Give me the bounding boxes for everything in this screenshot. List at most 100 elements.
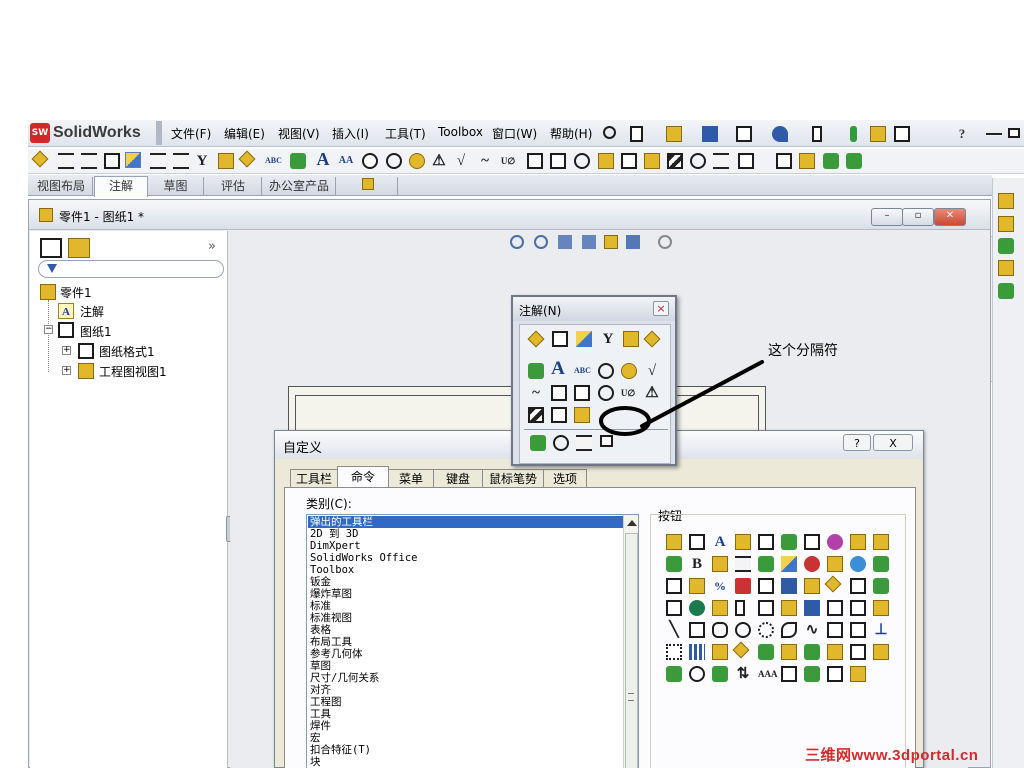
tree-expander-format[interactable]: + [62,346,71,355]
command-button-icon[interactable] [758,644,774,660]
command-button-icon[interactable]: A [712,534,728,550]
popup-datum-feature-icon[interactable] [574,385,590,401]
task-pane-tool-icon-1[interactable] [998,193,1014,209]
tab-mouse-gestures[interactable]: 鼠标笔势 [482,469,544,488]
category-item[interactable]: 焊件 [308,720,623,732]
hide-show-items-icon[interactable] [658,235,672,249]
tab-options[interactable]: 选项 [543,469,587,488]
category-item[interactable]: 工具 [308,708,623,720]
print-icon[interactable] [736,126,752,142]
command-button-icon[interactable]: ╲ [666,622,682,638]
command-button-icon[interactable] [827,644,843,660]
popup-revision-icon[interactable] [551,407,567,423]
tab-sketch[interactable]: 草图 [148,177,204,195]
command-button-icon[interactable] [781,622,797,638]
file-properties-icon[interactable] [870,126,886,142]
command-button-icon[interactable] [666,644,682,660]
menu-view[interactable]: 视图(V) [278,125,320,142]
category-item[interactable]: 爆炸草图 [308,588,623,600]
centerline-icon[interactable] [713,153,729,169]
command-button-icon[interactable] [873,556,889,572]
category-item[interactable]: 标准视图 [308,612,623,624]
command-button-icon[interactable] [689,600,705,616]
model-items-icon[interactable]: Y [194,153,210,169]
command-button-icon[interactable] [850,666,866,682]
popup-table-icon[interactable] [530,435,546,451]
command-button-icon[interactable] [712,666,728,682]
command-button-icon[interactable] [666,666,682,682]
popup-smart-dimension-icon[interactable] [527,330,545,348]
command-button-icon[interactable] [850,534,866,550]
category-item[interactable]: 2D 到 3D [308,528,623,540]
zoom-to-fit-icon[interactable] [510,235,524,249]
tree-item-part1[interactable]: 零件1 [60,284,92,301]
scroll-thumb[interactable] [625,533,638,768]
area-hatch-icon[interactable] [667,153,683,169]
tree-item-sheet1[interactable]: 图纸1 [80,323,112,340]
view-orientation-icon[interactable] [604,235,618,249]
menu-tools[interactable]: 工具(T) [385,125,426,142]
balloon-icon[interactable] [362,153,378,169]
undo-icon[interactable] [772,126,788,142]
command-button-icon[interactable] [827,534,843,550]
bom-icon[interactable] [823,153,839,169]
task-pane-tool-icon-2[interactable] [998,216,1014,232]
datum-triangle-icon[interactable]: ⚠ [431,153,447,169]
command-button-icon[interactable] [873,600,889,616]
category-item[interactable]: 标准 [308,600,623,612]
menu-file[interactable]: 文件(F) [171,125,211,142]
auto-balloon-icon[interactable] [386,153,402,169]
command-button-icon[interactable] [827,556,843,572]
datum-feature-icon[interactable] [550,153,566,169]
dialog-close-button[interactable]: X [873,434,913,451]
tree-item-annotations[interactable]: 注解 [80,303,104,320]
note-a-icon[interactable]: A [315,150,331,168]
restore-app-icon[interactable] [1008,128,1020,138]
category-item[interactable]: 宏 [308,732,623,744]
category-item[interactable]: DimXpert [308,540,623,552]
tab-toolbars[interactable]: 工具栏 [290,469,338,488]
command-button-icon[interactable] [804,534,820,550]
command-button-icon[interactable] [804,556,820,572]
command-button-icon[interactable]: ∿ [804,622,820,638]
smart-dimension-icon[interactable] [31,150,49,168]
display-style-icon[interactable] [626,235,640,249]
command-button-icon[interactable] [873,578,889,594]
command-button-icon[interactable] [732,641,750,659]
command-button-icon[interactable]: AAA [758,666,778,682]
tree-expander-view[interactable]: + [62,366,71,375]
command-button-icon[interactable] [824,575,842,593]
command-button-icon[interactable] [781,556,797,572]
panel-expand-button[interactable]: » [208,239,216,254]
minimize-app-icon[interactable] [986,133,1002,136]
command-button-icon[interactable] [758,600,774,616]
hole-table-icon[interactable] [799,153,815,169]
tab-office-products[interactable]: 办公室产品 [263,177,336,195]
options-icon[interactable] [894,126,910,142]
command-button-icon[interactable] [758,534,774,550]
command-button-icon[interactable] [850,644,866,660]
popup-abc-icon[interactable]: ABC [574,363,591,379]
command-button-icon[interactable] [850,556,866,572]
weld-symbol-icon[interactable]: ~ [477,153,493,169]
command-button-icon[interactable] [873,644,889,660]
center-mark-icon[interactable] [690,153,706,169]
popup-block-icon[interactable] [574,407,590,423]
command-button-icon[interactable] [735,578,751,594]
command-button-icon[interactable] [712,556,728,572]
rebuild-icon[interactable] [582,235,596,249]
select-pointer-icon[interactable] [812,126,822,142]
command-button-icon[interactable] [712,644,728,660]
category-scrollbar[interactable] [623,515,638,768]
popup-center-mark-icon[interactable] [553,435,569,451]
command-button-icon[interactable] [804,666,820,682]
save-icon[interactable] [702,126,718,142]
help-dropdown-icon[interactable]: ? [954,126,970,142]
filter-input[interactable] [38,260,224,278]
tab-commands[interactable]: 命令 [337,466,389,489]
autodimension-icon[interactable] [125,152,141,168]
multi-jog-leader-icon[interactable] [644,153,660,169]
command-button-icon[interactable] [758,622,774,638]
command-button-icon[interactable]: B [689,556,705,572]
popup-close-button[interactable]: × [653,301,669,316]
